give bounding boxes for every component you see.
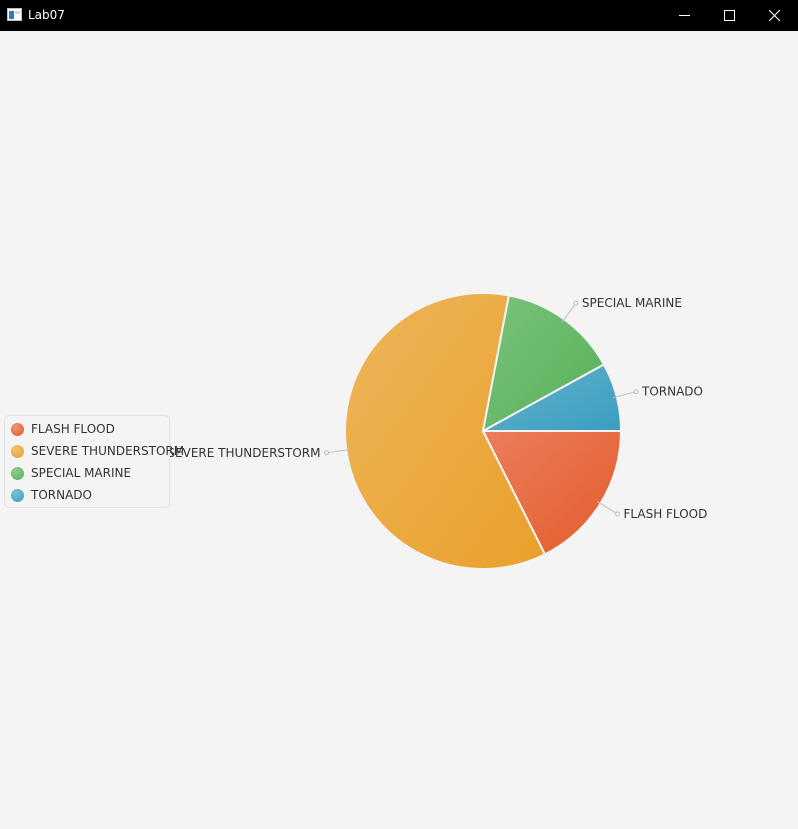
legend-swatch-flash-flood (11, 423, 24, 436)
legend-swatch-special-marine (11, 467, 24, 480)
minimize-button[interactable] (662, 0, 708, 31)
slice-label-flash-flood: FLASH FLOOD (624, 507, 708, 521)
legend-label-tornado: TORNADO (31, 488, 92, 502)
window-title: Lab07 (28, 8, 65, 22)
chart-legend: FLASH FLOOD SEVERE THUNDERSTORM SPECIAL … (4, 415, 184, 508)
legend-label-severe-thunderstorm: SEVERE THUNDERSTORM (31, 444, 185, 458)
minimize-icon (679, 15, 690, 16)
slice-label-severe-thunderstorm: SEVERE THUNDERSTORM (167, 446, 320, 460)
app-icon (7, 8, 22, 21)
chart-area: FLASH FLOOD SEVERE THUNDERSTORM SPECIAL MA… (0, 31, 798, 829)
leader-line-flash-flood (596, 500, 618, 515)
legend-label-flash-flood: FLASH FLOOD (31, 422, 115, 436)
leader-line-special-marine (561, 302, 577, 323)
window-titlebar: Lab07 (0, 0, 798, 31)
maximize-icon (724, 10, 735, 21)
leader-dot-special-marine (573, 300, 579, 306)
leader-dot-flash-flood (615, 511, 620, 517)
legend-swatch-tornado (11, 489, 24, 502)
slice-label-special-marine: SPECIAL MARINE (582, 296, 682, 310)
slice-label-tornado: TORNADO (641, 385, 703, 399)
leader-dot-severe-thunderstorm (324, 450, 329, 456)
legend-label-special-marine: SPECIAL MARINE (31, 466, 132, 480)
legend-swatch-severe-thunderstorm (11, 445, 24, 458)
leader-dot-tornado (633, 389, 639, 395)
maximize-button[interactable] (707, 0, 753, 31)
close-button[interactable] (752, 0, 798, 31)
close-icon (769, 10, 780, 21)
